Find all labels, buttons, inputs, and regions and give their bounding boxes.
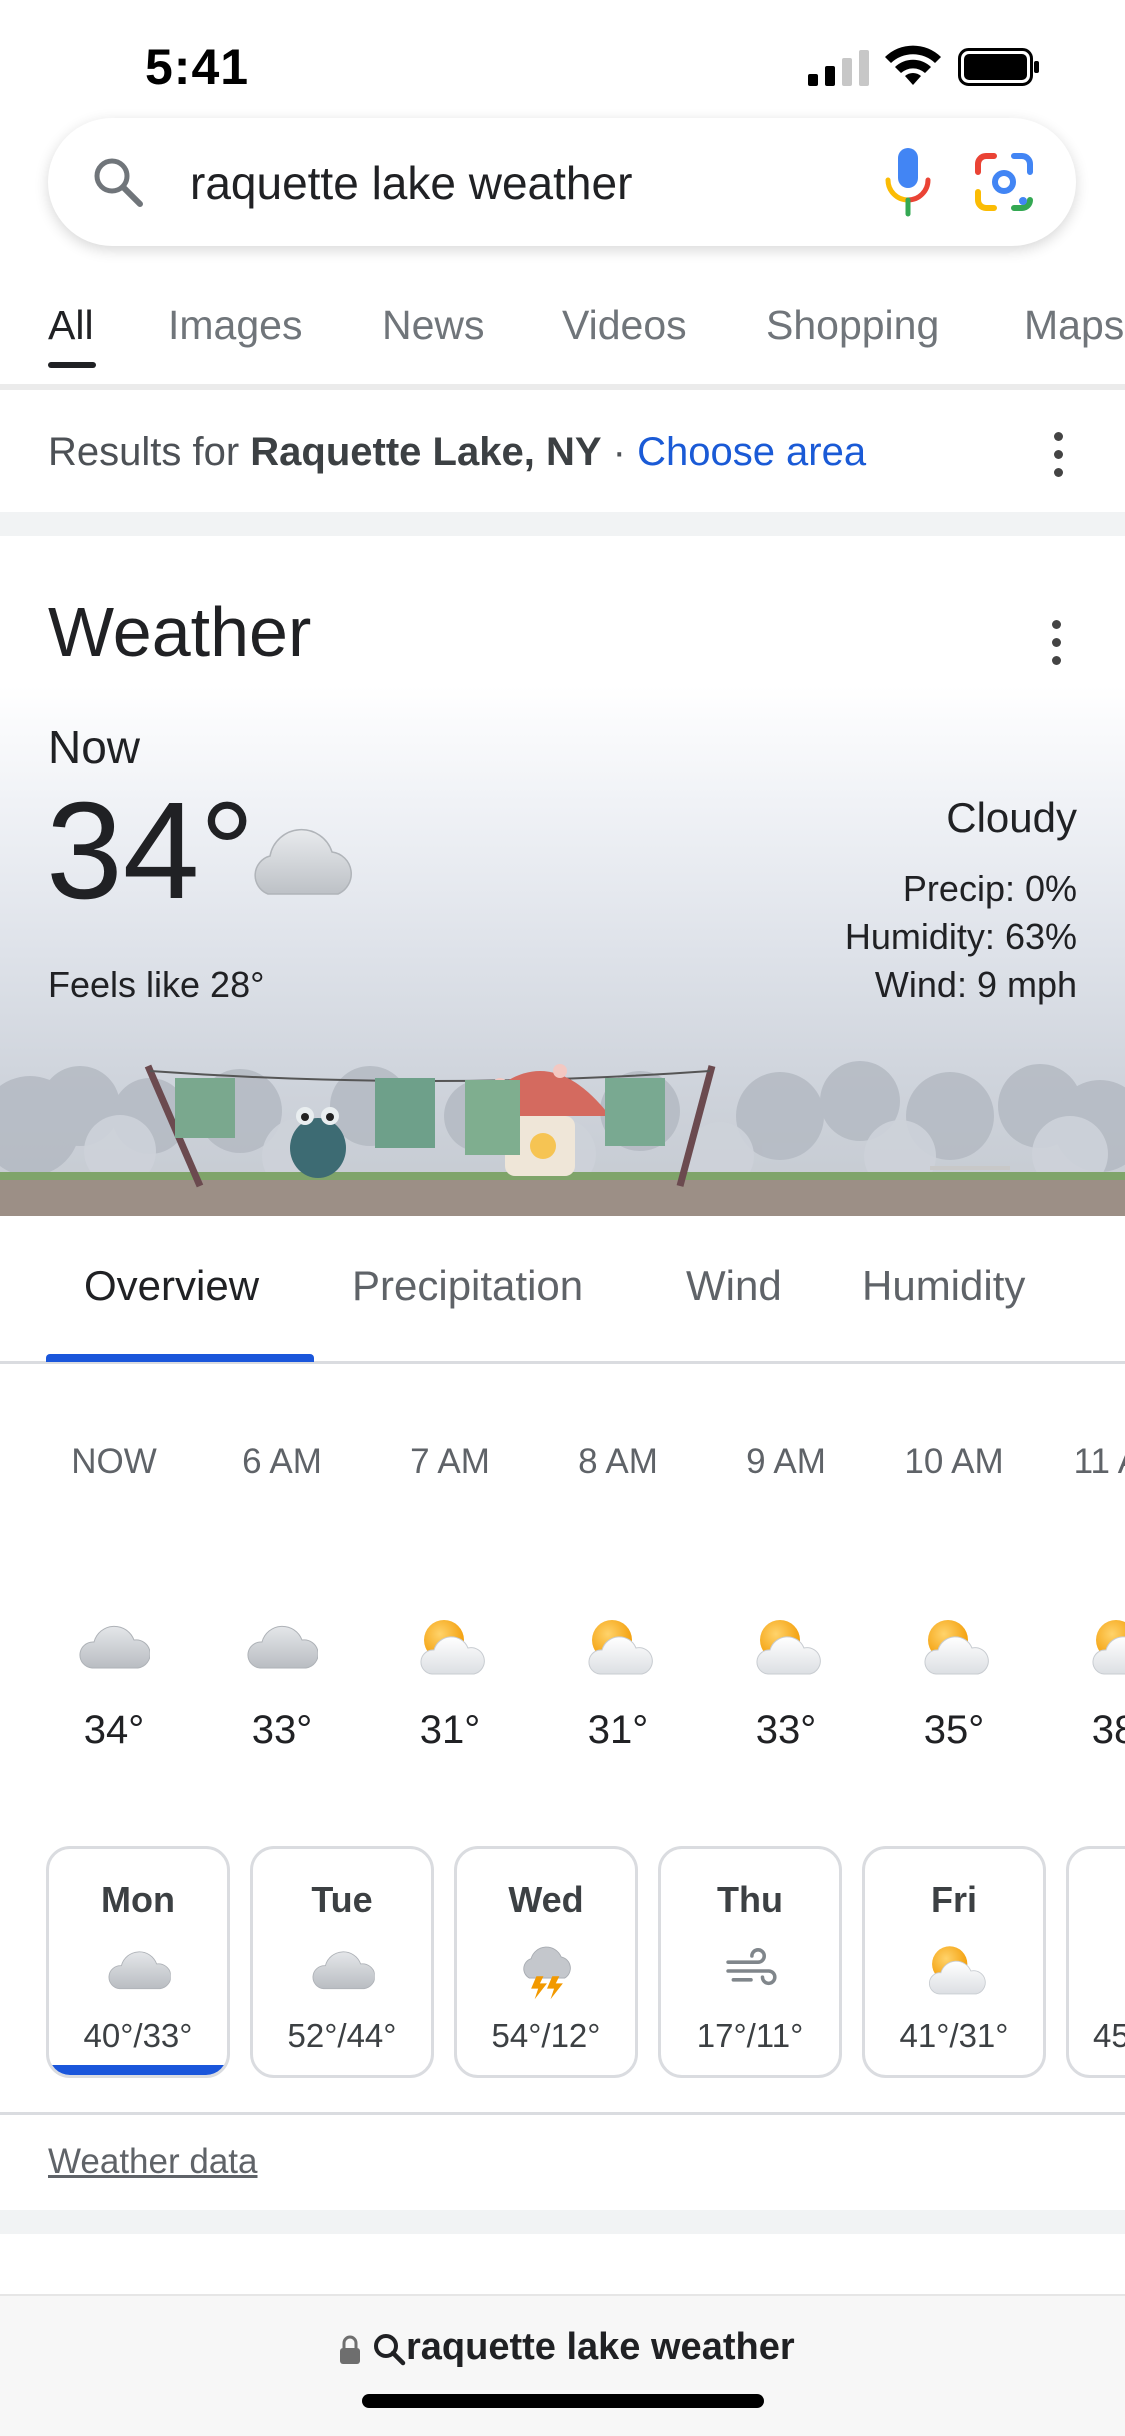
partly-cloudy-icon	[414, 1614, 486, 1682]
active-weather-tab-indicator	[46, 1354, 314, 1362]
partly-cloudy-icon	[750, 1614, 822, 1682]
hour-time: 10 AM	[904, 1442, 1004, 1481]
search-bar[interactable]: raquette lake weather	[48, 118, 1076, 246]
hour-time: 9 AM	[746, 1442, 826, 1481]
browser-address-bar[interactable]: raquette lake weather	[0, 2294, 1125, 2436]
lock-icon	[340, 2335, 360, 2364]
section-separator	[0, 2210, 1125, 2234]
weather-title: Weather	[48, 593, 312, 671]
humidity-stat: Humidity: 63%	[844, 916, 1077, 957]
tab-shopping[interactable]: Shopping	[766, 302, 939, 349]
day-name: Wed	[508, 1879, 584, 1920]
results-prefix: Results for	[48, 430, 251, 474]
daily-forecast[interactable]: Mon 40°/33° Tue 52°/44° Wed 54°/12° Thu …	[0, 1842, 1125, 2082]
wind-icon	[726, 1948, 777, 1986]
section-separator	[0, 512, 1125, 536]
day-name: Thu	[717, 1879, 783, 1920]
tab-maps[interactable]: Maps	[1024, 302, 1124, 349]
results-location-row: Results for Raquette Lake, NY · Choose a…	[0, 390, 1125, 512]
weather-more-options-icon[interactable]	[1050, 620, 1062, 668]
hour-time: NOW	[71, 1442, 157, 1481]
day-card-wed[interactable]: Wed 54°/12°	[454, 1846, 638, 2078]
tab-all[interactable]: All	[48, 302, 94, 349]
partly-cloudy-icon	[923, 1941, 987, 2001]
day-card-tue[interactable]: Tue 52°/44°	[250, 1846, 434, 2078]
precipitation-stat: Precip: 0%	[902, 868, 1077, 909]
tab-images[interactable]: Images	[168, 302, 302, 349]
day-card-thu[interactable]: Thu 17°/11°	[658, 1846, 842, 2078]
cloud-icon	[254, 828, 352, 895]
tab-overview[interactable]: Overview	[84, 1262, 259, 1310]
day-temp-range: 54°/12°	[491, 2017, 601, 2054]
day-temp-range: 17°/11°	[696, 2017, 804, 2054]
search-icon	[374, 2334, 406, 2366]
partly-cloudy-icon	[1086, 1614, 1125, 1682]
status-time: 5:41	[145, 39, 250, 95]
results-separator: ·	[601, 430, 638, 474]
day-name: Tue	[311, 1879, 373, 1920]
weather-data-link[interactable]: Weather data	[48, 2142, 258, 2182]
search-input[interactable]: raquette lake weather	[190, 156, 632, 210]
tab-precipitation[interactable]: Precipitation	[352, 1262, 583, 1310]
wifi-icon	[885, 45, 941, 85]
selected-day-indicator	[49, 2065, 227, 2075]
hour-temp: 38°	[1091, 1708, 1125, 1752]
section-divider	[0, 2112, 1125, 2115]
cellular-signal-icon	[808, 50, 869, 86]
cloud-icon	[78, 1614, 150, 1682]
search-tabs: All Images News Videos Shopping Maps	[0, 290, 1125, 390]
tab-videos[interactable]: Videos	[562, 302, 687, 349]
cloud-icon	[246, 1614, 318, 1682]
weather-illustration	[0, 1061, 1125, 1216]
day-name: Fri	[930, 1879, 977, 1920]
day-card-sat[interactable]: 45	[1066, 1846, 1125, 2078]
hour-time: 8 AM	[578, 1442, 658, 1481]
status-bar: 5:41	[0, 0, 1125, 120]
hour-time: 6 AM	[242, 1442, 322, 1481]
day-temp-range: 41°/31°	[899, 2017, 1009, 2054]
day-card-fri[interactable]: Fri 41°/31°	[862, 1846, 1046, 2078]
partly-cloudy-icon	[582, 1614, 654, 1682]
cloud-icon	[311, 1941, 375, 2001]
google-lens-icon[interactable]	[972, 150, 1036, 214]
hour-temp: 34°	[83, 1708, 145, 1752]
weather-tabs: Overview Precipitation Wind Humidity	[0, 1216, 1125, 1364]
tab-humidity[interactable]: Humidity	[862, 1262, 1025, 1310]
day-card-mon[interactable]: Mon 40°/33°	[46, 1846, 230, 2078]
tab-news[interactable]: News	[382, 302, 485, 349]
battery-icon	[958, 48, 1039, 86]
hour-temp: 35°	[923, 1708, 985, 1752]
current-temperature: 34°	[46, 774, 255, 928]
partly-cloudy-icon	[918, 1614, 990, 1682]
home-indicator[interactable]	[362, 2394, 764, 2408]
day-temp-range: 40°/33°	[83, 2017, 193, 2054]
day-name: Mon	[101, 1879, 175, 1920]
thunderstorm-icon	[523, 1946, 571, 2000]
hour-time: 7 AM	[410, 1442, 490, 1481]
active-tab-indicator	[48, 362, 96, 368]
microphone-icon[interactable]	[878, 144, 938, 220]
day-temp-range: 45	[1093, 2017, 1125, 2054]
weather-condition: Cloudy	[946, 794, 1077, 841]
results-location: Raquette Lake, NY	[250, 430, 602, 474]
choose-area-link[interactable]: Choose area	[637, 430, 866, 474]
hour-temp: 31°	[419, 1708, 481, 1752]
hour-temp: 33°	[755, 1708, 817, 1752]
address-bar-text[interactable]: raquette lake weather	[406, 2326, 795, 2369]
tab-wind[interactable]: Wind	[686, 1262, 782, 1310]
hour-temp: 33°	[251, 1708, 313, 1752]
cloud-icon	[107, 1941, 171, 2001]
weather-card: Weather Now 34° Feels like 28° Cloudy Pr…	[0, 536, 1125, 1216]
hour-time: 11 AM	[1073, 1442, 1125, 1481]
results-for-text: Results for Raquette Lake, NY · Choose a…	[48, 430, 866, 475]
results-more-options-icon[interactable]	[1052, 432, 1064, 480]
search-icon[interactable]	[88, 152, 148, 212]
day-temp-range: 52°/44°	[287, 2017, 397, 2054]
hour-temp: 31°	[587, 1708, 649, 1752]
now-label: Now	[48, 721, 141, 773]
hourly-forecast[interactable]: NOW 34° 6 AM 33° 7 AM 31° 8 AM 31° 9 AM …	[0, 1400, 1125, 1770]
